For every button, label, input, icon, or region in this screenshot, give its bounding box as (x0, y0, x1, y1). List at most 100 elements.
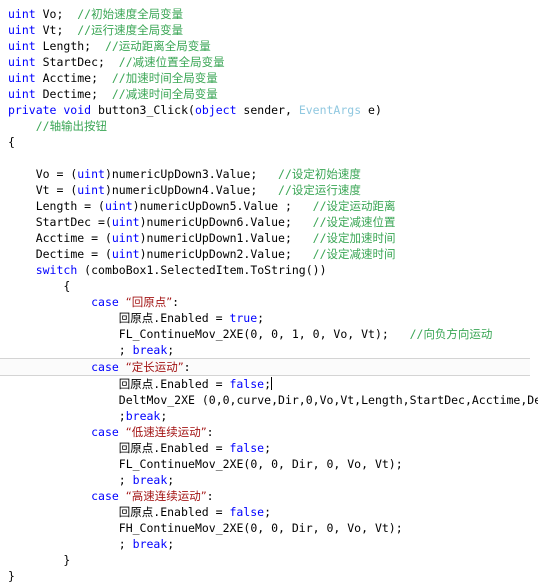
code-token-pln: StartDec =( (35, 215, 112, 229)
code-token-kw: case (91, 489, 119, 503)
code-token-pln: } (8, 569, 15, 583)
code-line[interactable]: uint Vo; //初始速度全局变量 (0, 6, 538, 22)
code-token-pln: )numericUpDown1.Value; (139, 231, 313, 245)
code-token-kw: uint (8, 71, 36, 85)
code-token-kw: uint (8, 87, 36, 101)
code-line[interactable]: private void button3_Click(object sender… (0, 102, 538, 118)
code-line[interactable]: switch (comboBox1.SelectedItem.ToString(… (0, 262, 538, 278)
code-line[interactable]: Acctime = (uint)numericUpDown1.Value; //… (0, 230, 538, 246)
code-line[interactable]: case “高速连续运动”: (0, 488, 538, 504)
code-line[interactable] (0, 150, 538, 166)
code-token-pln: : (172, 295, 180, 309)
code-line[interactable]: FL_ContinueMov_2XE(0, 0, Dir, 0, Vo, Vt)… (0, 456, 538, 472)
code-token-cmt: 运行速度全局变量 (91, 23, 184, 37)
code-line[interactable]: Dectime = (uint)numericUpDown2.Value; //… (0, 246, 538, 262)
code-line[interactable]: case “定长运动”: (0, 358, 530, 376)
code-token-cmt: 设定初始速度 (291, 167, 361, 181)
code-line[interactable]: DeltMov_2XE (0,0,curve,Dir,0,Vo,Vt,Lengt… (0, 392, 538, 408)
code-token-pln: Length; (35, 39, 105, 53)
code-token-str: “回原点” (125, 295, 173, 309)
code-token-cmt: 减速位置全局变量 (132, 55, 225, 69)
code-line[interactable]: uint Dectime; //减速时间全局变量 (0, 86, 538, 102)
code-line[interactable]: ; break; (0, 536, 538, 552)
code-token-kw: uint (8, 55, 36, 69)
code-token-cmt: // (111, 71, 126, 85)
code-token-cmt: 设定运行速度 (291, 183, 361, 197)
code-line[interactable]: FH_ContinueMov_2XE(0, 0, Dir, 0, Vo, Vt)… (0, 520, 538, 536)
code-line[interactable]: 回原点.Enabled = false; (0, 504, 538, 520)
code-line[interactable]: ; break; (0, 472, 538, 488)
code-token-pln: ; (264, 505, 272, 519)
code-line[interactable]: 回原点.Enabled = false; (0, 376, 538, 392)
code-token-kw: uint (8, 7, 36, 21)
code-line[interactable]: uint Length; //运动距离全局变量 (0, 38, 538, 54)
code-token-kw: uint (77, 167, 105, 181)
code-token-pln: FL_ContinueMov_2XE(0, 0, Dir, 0, Vo, Vt)… (118, 457, 403, 471)
code-token-str: “定长运动” (125, 360, 184, 374)
code-line[interactable]: { (0, 134, 538, 150)
code-token-cmt: 运动距离全局变量 (118, 39, 211, 53)
code-line[interactable]: 回原点.Enabled = true; (0, 310, 538, 326)
code-token-kw: case (91, 425, 119, 439)
code-line[interactable]: } (0, 568, 538, 584)
code-token-pln: ; (264, 441, 272, 455)
code-line[interactable]: case “回原点”: (0, 294, 538, 310)
code-token-cmt: // (312, 247, 327, 261)
code-token-pln: ; (167, 537, 175, 551)
code-token-kw: true (229, 311, 258, 325)
code-line[interactable]: StartDec =(uint)numericUpDown6.Value; //… (0, 214, 538, 230)
code-token-str: “低速连续运动” (125, 425, 207, 439)
code-line[interactable]: uint Acctime; //加速时间全局变量 (0, 70, 538, 86)
code-token-cmt: 初始速度全局变量 (91, 7, 184, 21)
code-token-pln: Length = ( (35, 199, 105, 213)
code-line[interactable]: uint Vt; //运行速度全局变量 (0, 22, 538, 38)
code-line[interactable]: 回原点.Enabled = false; (0, 440, 538, 456)
code-token-pln: ; (257, 311, 265, 325)
code-text-area[interactable]: uint Vo; //初始速度全局变量 uint Vt; //运行速度全局变量 ui… (0, 6, 538, 584)
code-token-pln: StartDec; (35, 55, 119, 69)
code-token-pln: 回原点 (118, 505, 154, 519)
code-token-pln: )numericUpDown3.Value; (104, 167, 279, 181)
code-line[interactable]: { (0, 278, 538, 294)
code-line[interactable]: //轴输出按钮 (0, 118, 538, 134)
code-token-pln: } (63, 553, 71, 567)
code-token-typ: EventArgs (298, 103, 362, 117)
code-token-kw: uint (8, 23, 36, 37)
code-token-pln: Dectime; (35, 87, 112, 101)
code-token-pln: Acctime; (35, 71, 112, 85)
code-line[interactable]: Length = (uint)numericUpDown5.Value ; //… (0, 198, 538, 214)
code-token-cmt: 设定运动距离 (326, 199, 396, 213)
code-token-cmt: // (118, 55, 133, 69)
code-token-cmt: 减速时间全局变量 (125, 87, 218, 101)
code-token-pln: )numericUpDown6.Value; (139, 215, 313, 229)
code-line[interactable]: uint StartDec; //减速位置全局变量 (0, 54, 538, 70)
code-token-pln: 回原点 (118, 311, 154, 325)
code-line[interactable]: case “低速连续运动”: (0, 424, 538, 440)
code-token-cmt: // (278, 183, 292, 197)
code-token-kw: uint (104, 199, 133, 213)
code-token-pln: ; (118, 409, 126, 423)
code-token-pln: ; (167, 473, 175, 487)
code-line[interactable]: ;break; (0, 408, 538, 424)
code-token-cmt: // (104, 39, 119, 53)
code-token-kw: uint (111, 247, 140, 261)
code-line[interactable]: } (0, 552, 538, 568)
code-line[interactable]: Vt = (uint)numericUpDown4.Value; //设定运行速… (0, 182, 538, 198)
code-token-cmt: // (312, 199, 327, 213)
code-editor-surface[interactable]: uint Vo; //初始速度全局变量 uint Vt; //运行速度全局变量 ui… (0, 0, 538, 583)
code-line[interactable]: FL_ContinueMov_2XE(0, 0, 1, 0, Vo, Vt); … (0, 326, 538, 342)
code-line[interactable]: ; break; (0, 342, 538, 358)
code-line[interactable]: Vo = (uint)numericUpDown3.Value; //设定初始速… (0, 166, 538, 182)
code-token-pln: button3_Click( (91, 103, 195, 117)
code-token-pln: .Enabled = (153, 377, 230, 391)
code-token-pln: .Enabled = (153, 441, 230, 455)
